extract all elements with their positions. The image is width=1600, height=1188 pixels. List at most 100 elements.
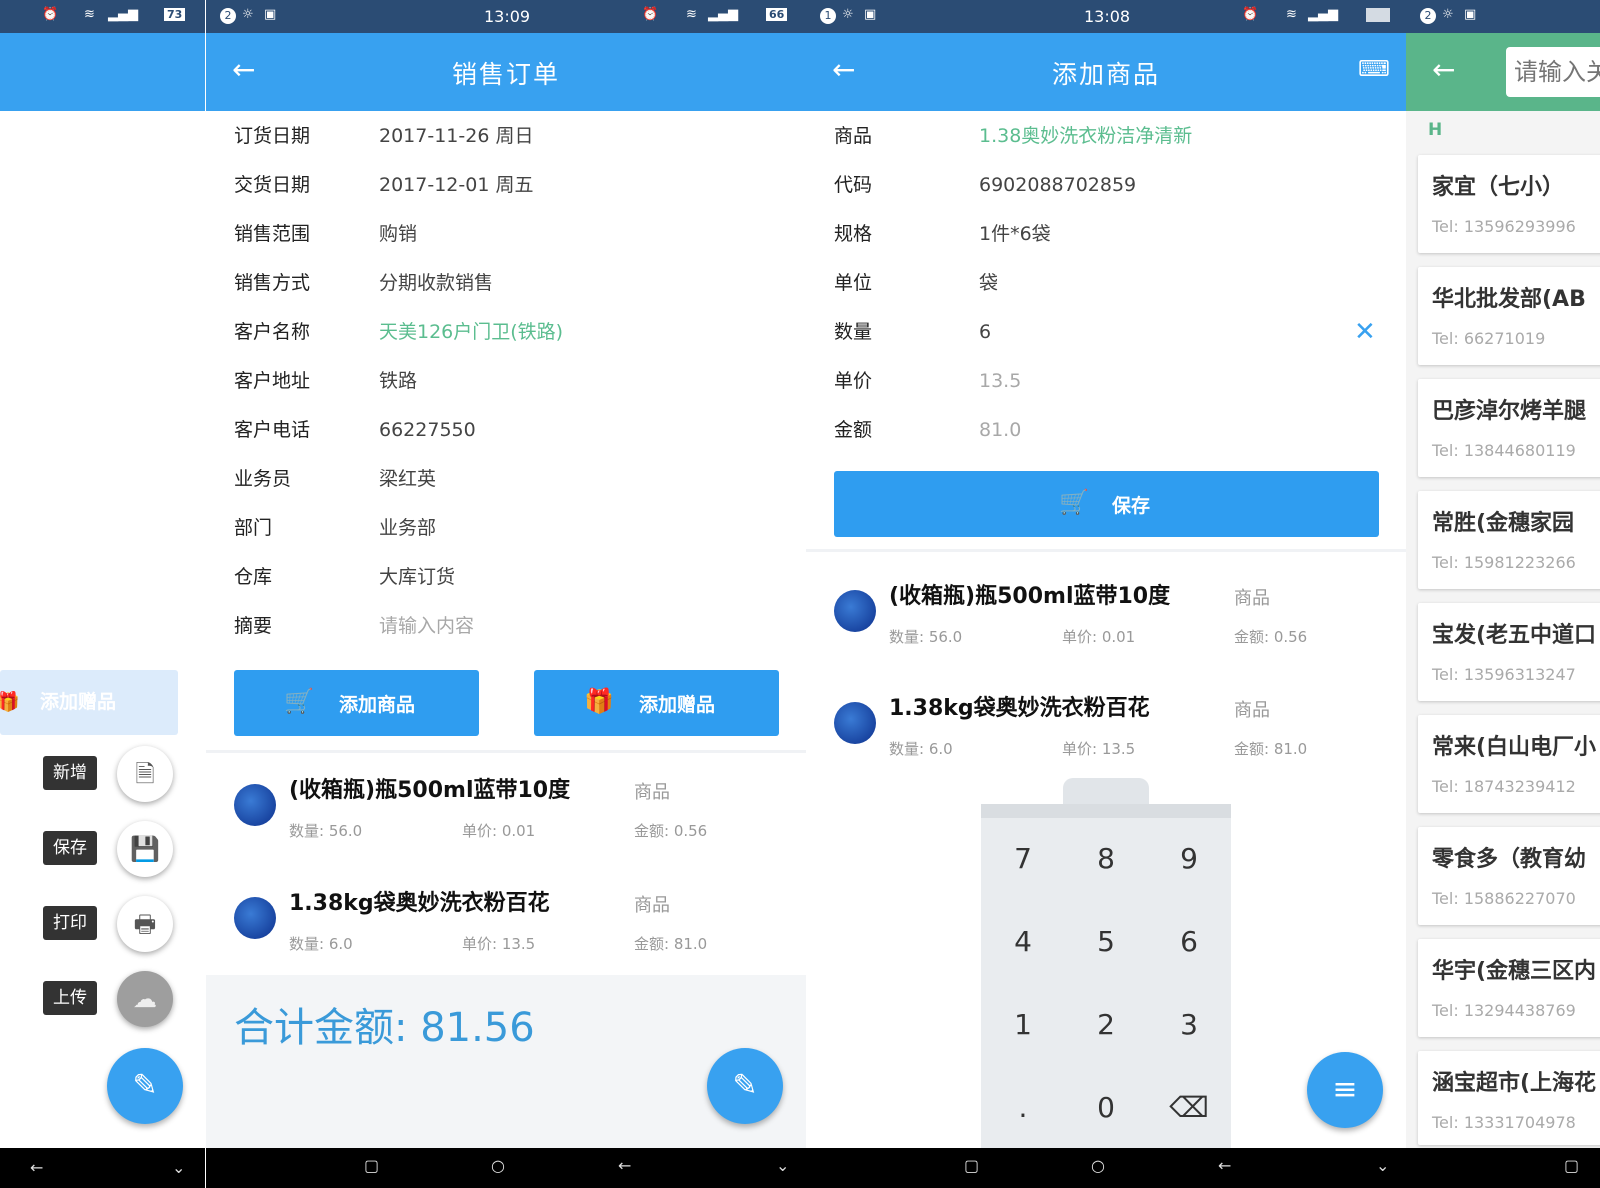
recent-apps-icon[interactable]: ▢ [1564, 1156, 1579, 1175]
cart-icon: 🛒 [1059, 488, 1089, 516]
customer-card[interactable]: 零食多（教育幼 Tel: 15886227070 [1418, 827, 1600, 925]
list-item[interactable]: (收箱瓶)瓶500ml蓝带10度 商品 数量: 56.0 单价: 0.01 金额… [806, 566, 1406, 676]
fab-label-upload: 上传 [43, 981, 97, 1015]
recent-apps-icon[interactable]: ▢ [964, 1156, 979, 1175]
customer-card[interactable]: 家宜（七小） Tel: 13596293996 [1418, 155, 1600, 253]
chevron-down-icon[interactable]: ⌄ [776, 1156, 789, 1175]
customer-card[interactable]: 宝发(老五中道口 Tel: 13596313247 [1418, 603, 1600, 701]
form-row[interactable]: 规格 1件*6袋 [834, 210, 1394, 259]
key-7[interactable]: 7 [983, 842, 1063, 875]
form-row[interactable]: 交货日期 2017-12-01 周五 [234, 161, 794, 210]
back-arrow-icon[interactable]: ← [832, 53, 855, 86]
key-8[interactable]: 8 [1066, 842, 1146, 875]
customer-card[interactable]: 常胜(金穗家园 Tel: 15981223266 [1418, 491, 1600, 589]
keypad-body: 7 8 9 4 5 6 1 2 3 . 0 ⌫ [981, 804, 1231, 1148]
quantity-input[interactable]: 6 [979, 308, 991, 357]
backspace-icon[interactable]: ⌫ [1149, 1091, 1229, 1124]
recent-apps-icon[interactable]: ▢ [364, 1156, 379, 1175]
customer-tel: Tel: 13596293996 [1432, 217, 1576, 236]
field-label: 业务员 [234, 468, 292, 490]
android-icon: ▣ [1464, 7, 1477, 22]
key-6[interactable]: 6 [1149, 925, 1229, 958]
home-icon[interactable]: ○ [491, 1156, 505, 1175]
key-2[interactable]: 2 [1066, 1008, 1146, 1041]
fab-label-print: 打印 [43, 906, 97, 940]
key-0[interactable]: 0 [1066, 1091, 1146, 1124]
field-label: 单位 [834, 272, 873, 294]
back-nav-icon[interactable]: ← [618, 1156, 631, 1175]
panel-2: 2 ☼ ▣ 13:09 ⏰ ≋ ▂▄▆ 66 ← 销售订单 订货日期 2017-1… [206, 0, 806, 1188]
form-row[interactable]: 数量 6 ✕ [834, 308, 1394, 357]
form-row[interactable]: 客户电话 66227550 [234, 406, 794, 455]
back-nav-icon[interactable]: ← [30, 1158, 43, 1177]
list-item[interactable]: (收箱瓶)瓶500ml蓝带10度 商品 数量: 56.0 单价: 0.01 金额… [206, 760, 806, 870]
form-row[interactable]: 金额 81.0 [834, 406, 1394, 455]
product-logo-icon [834, 702, 876, 744]
clear-icon[interactable]: ✕ [1354, 308, 1376, 357]
chevron-down-icon[interactable]: ⌄ [1376, 1156, 1389, 1175]
form-row[interactable]: 摘要 请输入内容 [234, 602, 794, 651]
key-5[interactable]: 5 [1066, 925, 1146, 958]
nav-bar: ▢ ○ ← ⌄ [806, 1148, 1406, 1188]
customer-card[interactable]: 华北批发部(AB Tel: 66271019 [1418, 267, 1600, 365]
item-price: 单价: 13.5 [462, 935, 536, 953]
search-input[interactable] [1506, 47, 1600, 97]
key-1[interactable]: 1 [983, 1008, 1063, 1041]
key-9[interactable]: 9 [1149, 842, 1229, 875]
new-document-icon[interactable]: 🗎 [117, 746, 173, 802]
customer-card[interactable]: 华宇(金穗三区内 Tel: 13294438769 [1418, 939, 1600, 1037]
keypad-handle[interactable] [1063, 778, 1149, 806]
field-label: 摘要 [234, 615, 273, 637]
customer-card[interactable]: 常来(白山电厂小 Tel: 18743239412 [1418, 715, 1600, 813]
field-value: 购销 [379, 223, 418, 245]
back-arrow-icon[interactable]: ← [232, 53, 255, 86]
field-value: 业务部 [379, 517, 437, 539]
gift-icon: 🎁 [0, 691, 20, 713]
add-gift-ghost-button[interactable]: 🎁 添加赠品 [0, 670, 178, 735]
form-row[interactable]: 部门 业务部 [234, 504, 794, 553]
form-row[interactable]: 仓库 大库订货 [234, 553, 794, 602]
form-row[interactable]: 销售方式 分期收款销售 [234, 259, 794, 308]
save-button[interactable]: 🛒 保存 [834, 471, 1379, 537]
form-row[interactable]: 客户地址 铁路 [234, 357, 794, 406]
print-icon[interactable]: 🖶 [117, 896, 173, 952]
field-label: 订货日期 [234, 125, 311, 147]
key-dot[interactable]: . [983, 1091, 1063, 1124]
key-3[interactable]: 3 [1149, 1008, 1229, 1041]
page-title: 添加商品 [1052, 60, 1161, 89]
list-item[interactable]: 1.38kg袋奥妙洗衣粉百花 商品 数量: 6.0 单价: 13.5 金额: 8… [806, 678, 1406, 788]
page-title: 销售订单 [452, 60, 561, 89]
add-goods-button[interactable]: 🛒 添加商品 [234, 670, 479, 736]
form-row[interactable]: 业务员 梁红英 [234, 455, 794, 504]
customer-name: 零食多（教育幼 [1432, 847, 1587, 872]
field-value: 13.5 [979, 370, 1022, 392]
save-icon[interactable]: 💾 [117, 821, 173, 877]
cloud-upload-icon[interactable]: ☁ [117, 971, 173, 1027]
form-row[interactable]: 商品 1.38奥妙洗衣粉洁净清新 [834, 112, 1394, 161]
form-row[interactable]: 客户名称 天美126户门卫(铁路) [234, 308, 794, 357]
key-4[interactable]: 4 [983, 925, 1063, 958]
android-icon: ▣ [864, 7, 877, 22]
fab-label-new: 新增 [43, 756, 97, 790]
list-item[interactable]: 1.38kg袋奥妙洗衣粉百花 商品 数量: 6.0 单价: 13.5 金额: 8… [206, 873, 806, 983]
form-row[interactable]: 单位 袋 [834, 259, 1394, 308]
form-row[interactable]: 代码 6902088702859 [834, 161, 1394, 210]
form-row[interactable]: 订货日期 2017-11-26 周日 [234, 112, 794, 161]
add-gift-button[interactable]: 🎁 添加赠品 [534, 670, 779, 736]
keyboard-icon[interactable]: ⌨ [1358, 57, 1390, 82]
form-row[interactable]: 单价 13.5 [834, 357, 1394, 406]
back-nav-icon[interactable]: ← [1218, 1156, 1231, 1175]
item-price: 单价: 0.01 [462, 822, 536, 840]
feather-fab[interactable]: ✎ [107, 1048, 183, 1124]
chevron-down-icon[interactable]: ⌄ [172, 1158, 185, 1177]
customer-card[interactable]: 涵宝超市(上海花 Tel: 13331704978 [1418, 1051, 1600, 1145]
form-row[interactable]: 销售范围 购销 [234, 210, 794, 259]
field-label: 金额 [834, 419, 873, 441]
back-arrow-icon[interactable]: ← [1432, 53, 1455, 86]
alarm-icon: ⏰ [42, 7, 59, 22]
feather-fab[interactable]: ✎ [707, 1048, 783, 1124]
summary-input[interactable]: 请输入内容 [379, 602, 474, 651]
home-icon[interactable]: ○ [1091, 1156, 1105, 1175]
customer-card[interactable]: 巴彦淖尔烤羊腿 Tel: 13844680119 [1418, 379, 1600, 477]
checklist-fab[interactable]: ≡ [1307, 1052, 1383, 1128]
